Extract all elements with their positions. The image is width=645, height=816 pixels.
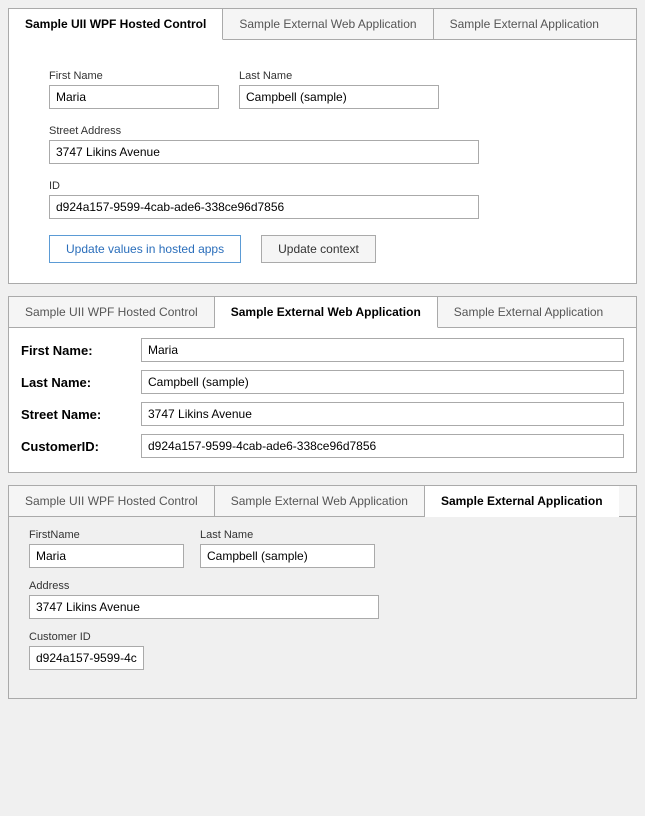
panel1-firstname-input[interactable]: [49, 85, 219, 109]
panel1-address-group: Street Address: [49, 125, 479, 164]
panel-external-web-application: Sample UII WPF Hosted Control Sample Ext…: [8, 296, 637, 473]
panel3-address-input[interactable]: [29, 595, 379, 619]
panel1-id-group: ID: [49, 180, 479, 219]
panel2-tab-bar: Sample UII WPF Hosted Control Sample Ext…: [9, 297, 636, 328]
panel1-tab-ext[interactable]: Sample External Application: [434, 9, 615, 39]
panel1-address-input[interactable]: [49, 140, 479, 164]
panel1-content: First Name Last Name Street Address ID U…: [9, 40, 636, 283]
panel3-content: FirstName Last Name Address Customer ID: [9, 517, 636, 698]
panel3-tab-web[interactable]: Sample External Web Application: [215, 486, 425, 516]
panel2-lastname-value: Campbell (sample): [141, 370, 624, 394]
panel3-address-row: Address: [29, 580, 616, 619]
panel3-address-group: Address: [29, 580, 379, 619]
panel2-customerid-row: CustomerID: d924a157-9599-4cab-ade6-338c…: [21, 432, 624, 460]
panel3-firstname-group: FirstName: [29, 529, 184, 568]
panel1-id-input[interactable]: [49, 195, 479, 219]
panel3-tab-ext[interactable]: Sample External Application: [425, 486, 619, 517]
panel1-id-row: ID: [49, 180, 596, 219]
panel1-address-label: Street Address: [49, 125, 479, 137]
panel3-name-row: FirstName Last Name: [29, 529, 616, 568]
panel3-customerid-label: Customer ID: [29, 631, 144, 643]
panel1-tab-wpf[interactable]: Sample UII WPF Hosted Control: [9, 9, 223, 40]
panel1-lastname-input[interactable]: [239, 85, 439, 109]
panel3-address-label: Address: [29, 580, 379, 592]
panel3-firstname-input[interactable]: [29, 544, 184, 568]
panel3-customerid-group: Customer ID: [29, 631, 144, 670]
panel2-tab-web[interactable]: Sample External Web Application: [215, 297, 438, 328]
panel2-street-label: Street Name:: [21, 407, 141, 422]
panel3-customerid-input[interactable]: [29, 646, 144, 670]
panel2-customerid-value: d924a157-9599-4cab-ade6-338ce96d7856: [141, 434, 624, 458]
panel2-firstname-value: Maria: [141, 338, 624, 362]
panel3-lastname-label: Last Name: [200, 529, 375, 541]
panel3-lastname-group: Last Name: [200, 529, 375, 568]
panel1-firstname-label: First Name: [49, 70, 219, 82]
panel1-name-row: First Name Last Name: [49, 70, 596, 109]
panel1-id-label: ID: [49, 180, 479, 192]
panel-wpf-hosted-control: Sample UII WPF Hosted Control Sample Ext…: [8, 8, 637, 284]
panel2-firstname-label: First Name:: [21, 343, 141, 358]
panel3-tab-bar: Sample UII WPF Hosted Control Sample Ext…: [9, 486, 636, 517]
panel2-lastname-label: Last Name:: [21, 375, 141, 390]
panel3-firstname-label: FirstName: [29, 529, 184, 541]
panel1-tab-web[interactable]: Sample External Web Application: [223, 9, 433, 39]
panel2-customerid-label: CustomerID:: [21, 439, 141, 454]
panel2-content: First Name: Maria Last Name: Campbell (s…: [9, 328, 636, 472]
panel2-street-value: 3747 Likins Avenue: [141, 402, 624, 426]
panel1-lastname-label: Last Name: [239, 70, 439, 82]
panel1-address-row: Street Address: [49, 125, 596, 164]
update-hosted-apps-button[interactable]: Update values in hosted apps: [49, 235, 241, 263]
panel2-tab-ext[interactable]: Sample External Application: [438, 297, 619, 327]
update-context-button[interactable]: Update context: [261, 235, 376, 263]
panel2-firstname-row: First Name: Maria: [21, 336, 624, 364]
panel1-tab-bar: Sample UII WPF Hosted Control Sample Ext…: [9, 9, 636, 40]
panel3-customerid-row: Customer ID: [29, 631, 616, 670]
panel3-lastname-input[interactable]: [200, 544, 375, 568]
panel2-street-row: Street Name: 3747 Likins Avenue: [21, 400, 624, 428]
panel1-lastname-group: Last Name: [239, 70, 439, 109]
panel2-lastname-row: Last Name: Campbell (sample): [21, 368, 624, 396]
panel1-firstname-group: First Name: [49, 70, 219, 109]
panel2-tab-wpf[interactable]: Sample UII WPF Hosted Control: [9, 297, 215, 327]
panel-external-application: Sample UII WPF Hosted Control Sample Ext…: [8, 485, 637, 699]
panel3-tab-wpf[interactable]: Sample UII WPF Hosted Control: [9, 486, 215, 516]
panel1-button-row: Update values in hosted apps Update cont…: [49, 235, 596, 263]
